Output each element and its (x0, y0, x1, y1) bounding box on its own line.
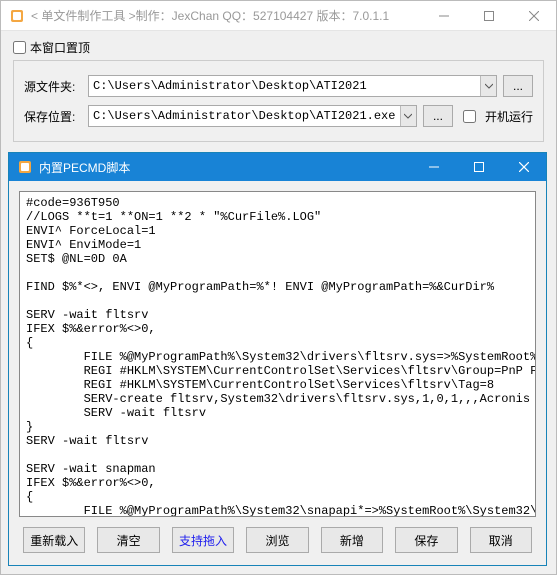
minimize-button[interactable] (421, 1, 466, 30)
clear-button[interactable]: 清空 (97, 527, 159, 553)
save-browse-button[interactable]: ... (423, 105, 453, 127)
source-input[interactable] (88, 75, 497, 97)
script-window: 内置PECMD脚本 #code=936T950 //LOGS **t=1 **O… (8, 152, 547, 566)
cancel-button[interactable]: 取消 (470, 527, 532, 553)
topmost-label: 本窗口置顶 (30, 39, 90, 56)
script-icon (17, 159, 33, 175)
maximize-button[interactable] (466, 1, 511, 30)
paths-group: 源文件夹: ... 保存位置: ... 开机运行 (13, 60, 544, 142)
reload-button[interactable]: 重新载入 (23, 527, 85, 553)
script-textarea[interactable]: #code=936T950 //LOGS **t=1 **ON=1 **2 * … (19, 191, 536, 517)
topmost-checkbox[interactable] (13, 41, 26, 54)
main-title: < 单文件制作工具 >制作：JexChan QQ：527104427 版本：7.… (31, 7, 421, 24)
script-titlebar: 内置PECMD脚本 (9, 153, 546, 181)
script-close-button[interactable] (501, 153, 546, 181)
save-dropdown-icon[interactable] (400, 106, 416, 126)
app-icon (9, 8, 25, 24)
source-browse-button[interactable]: ... (503, 75, 533, 97)
new-button[interactable]: 新增 (321, 527, 383, 553)
close-button[interactable] (511, 1, 556, 30)
source-label: 源文件夹: (24, 78, 82, 95)
script-maximize-button[interactable] (456, 153, 501, 181)
source-dropdown-icon[interactable] (480, 76, 496, 96)
save-label: 保存位置: (24, 108, 82, 125)
drag-support-button[interactable]: 支持拖入 (172, 527, 234, 553)
browse-button[interactable]: 浏览 (246, 527, 308, 553)
save-input[interactable] (88, 105, 417, 127)
script-title: 内置PECMD脚本 (39, 159, 411, 176)
main-titlebar: < 单文件制作工具 >制作：JexChan QQ：527104427 版本：7.… (1, 1, 556, 31)
autostart-label: 开机运行 (485, 108, 533, 125)
save-button[interactable]: 保存 (395, 527, 457, 553)
script-minimize-button[interactable] (411, 153, 456, 181)
autostart-checkbox[interactable] (463, 110, 476, 123)
